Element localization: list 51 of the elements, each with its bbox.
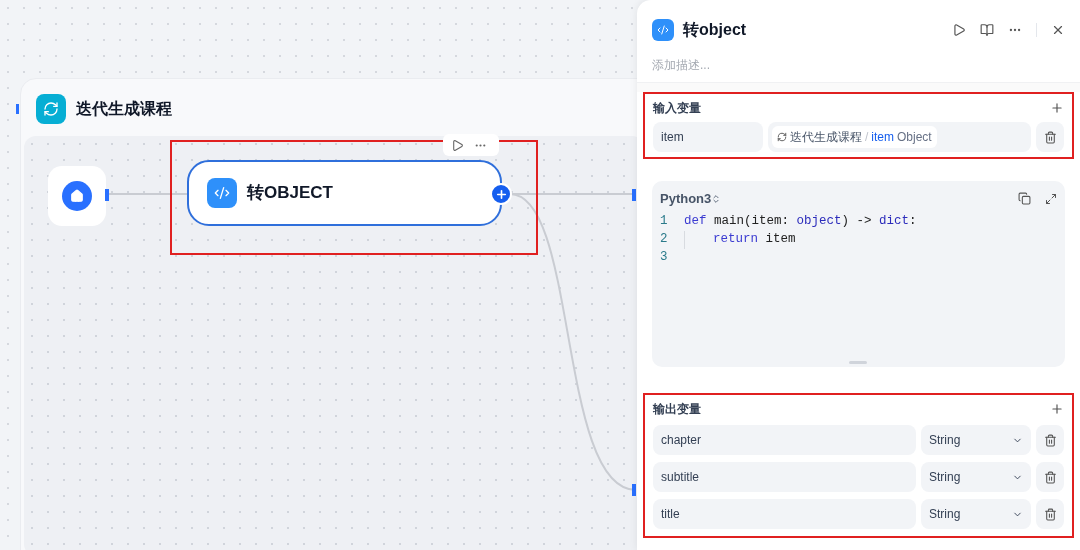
code-editor[interactable]: Python3 1 def main(item: object) -> dict: 2 return item 3 — [652, 181, 1065, 367]
code-node[interactable]: 转OBJECT — [187, 160, 502, 226]
book-icon[interactable] — [980, 23, 994, 37]
delete-button[interactable] — [1036, 425, 1064, 455]
run-icon[interactable] — [952, 23, 966, 37]
loop-icon — [777, 132, 787, 142]
resize-handle[interactable] — [849, 361, 867, 364]
trash-icon — [1043, 433, 1057, 447]
node-title: 转OBJECT — [247, 182, 333, 205]
home-icon — [62, 181, 92, 211]
variable-name-field[interactable]: subtitle — [653, 462, 916, 492]
delete-button[interactable] — [1036, 122, 1064, 152]
trash-icon — [1043, 507, 1057, 521]
description-field[interactable]: 添加描述... — [652, 54, 1065, 76]
trash-icon — [1043, 470, 1057, 484]
start-node[interactable] — [48, 166, 106, 226]
loop-icon — [36, 94, 66, 124]
variable-name-field[interactable]: title — [653, 499, 916, 529]
type-select[interactable]: String — [921, 462, 1031, 492]
line-number: 2 — [660, 231, 669, 249]
code-line: def main(item: object) -> dict: — [684, 213, 917, 231]
add-icon[interactable] — [1050, 101, 1064, 115]
separator: / — [865, 129, 869, 146]
run-icon[interactable] — [451, 138, 464, 152]
variable-name-field[interactable]: chapter — [653, 425, 916, 455]
plus-icon — [494, 187, 508, 201]
source-type: Object — [897, 129, 932, 146]
sort-icon — [711, 193, 722, 204]
line-number: 1 — [660, 213, 669, 231]
language-selector[interactable]: Python3 — [660, 189, 722, 209]
add-icon[interactable] — [1050, 402, 1064, 416]
close-icon[interactable] — [1051, 23, 1065, 37]
section-title: 输出变量 — [653, 401, 701, 418]
code-icon — [652, 19, 674, 41]
type-select[interactable]: String — [921, 499, 1031, 529]
delete-button[interactable] — [1036, 499, 1064, 529]
panel-title: 转object — [683, 20, 747, 40]
source-node-label: 迭代生成课程 — [790, 129, 862, 146]
iteration-title: 迭代生成课程 — [76, 99, 172, 119]
line-number: 3 — [660, 249, 669, 267]
section-title: 输入变量 — [653, 100, 701, 117]
copy-icon[interactable] — [1018, 192, 1031, 206]
code-line: return item — [713, 231, 796, 249]
source-variable: item — [871, 129, 894, 146]
type-select[interactable]: String — [921, 425, 1031, 455]
delete-button[interactable] — [1036, 462, 1064, 492]
variable-source-field[interactable]: 迭代生成课程 / item Object — [768, 122, 1031, 152]
code-icon — [207, 178, 237, 208]
trash-icon — [1043, 130, 1057, 144]
variable-name-field[interactable]: item — [653, 122, 763, 152]
expand-icon[interactable] — [1045, 192, 1057, 205]
